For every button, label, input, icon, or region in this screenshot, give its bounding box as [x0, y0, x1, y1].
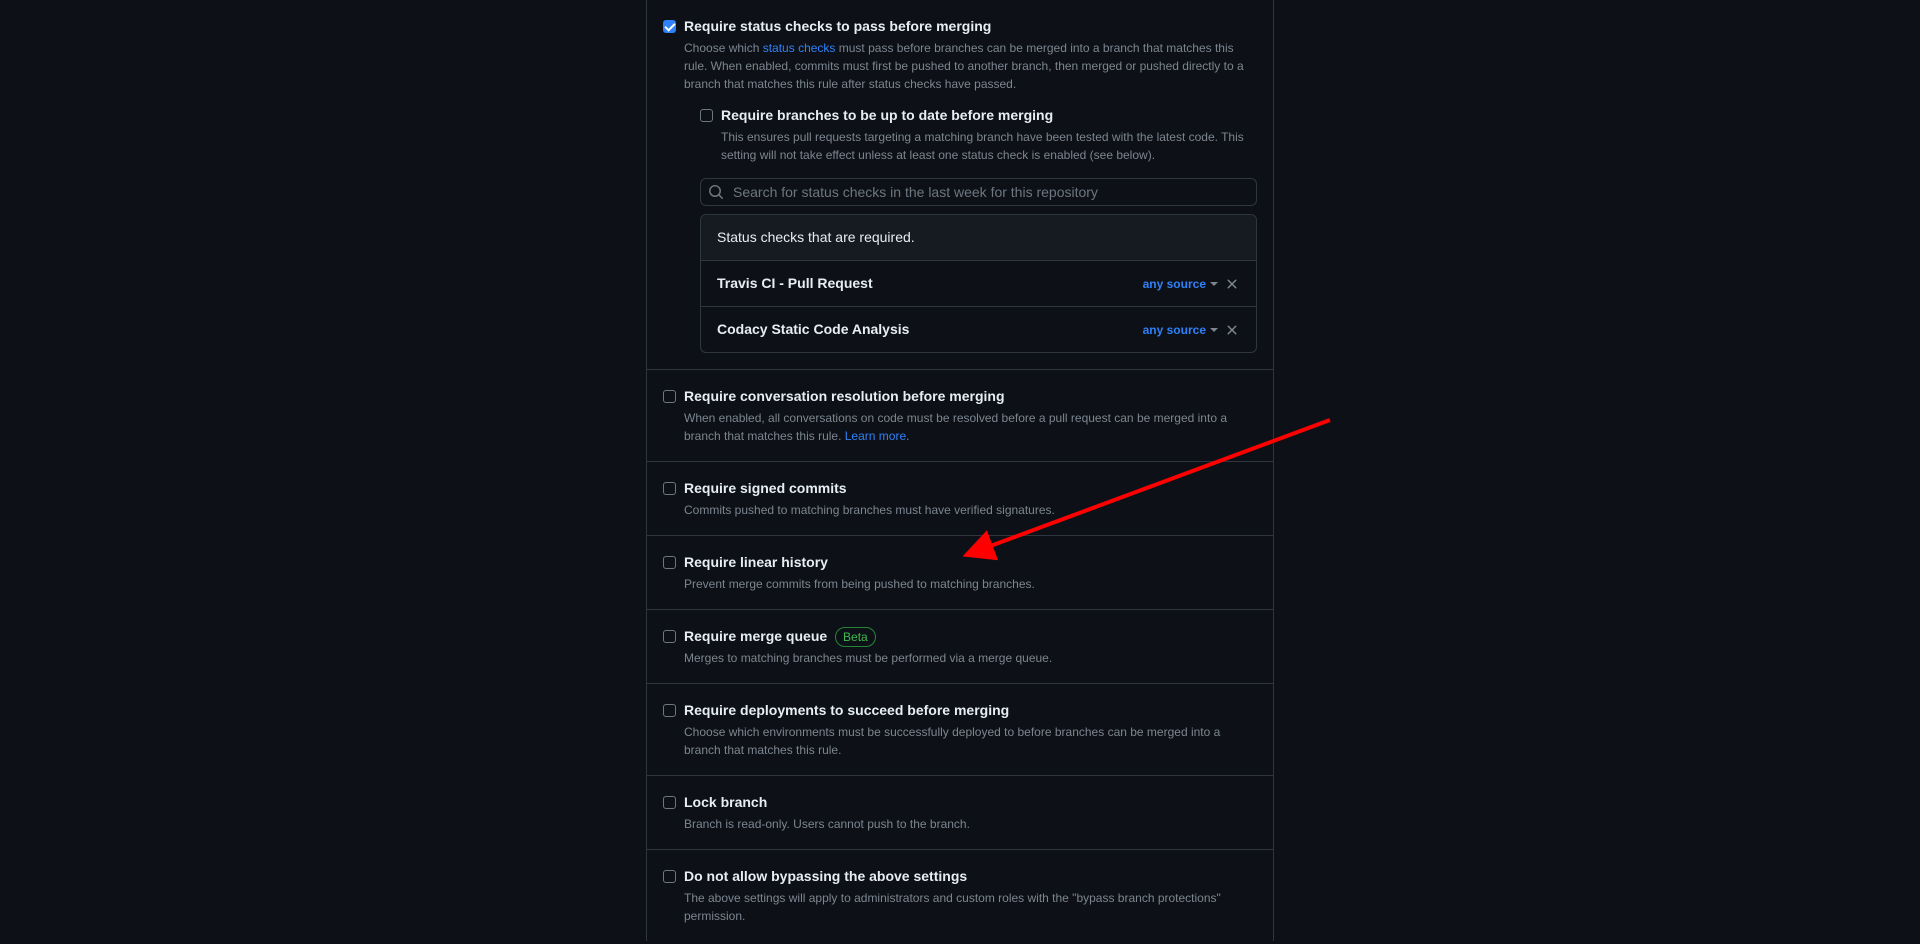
- checkbox-no-bypass[interactable]: [663, 870, 676, 883]
- rule-desc: Choose which status checks must pass bef…: [684, 39, 1257, 93]
- rule-desc: When enabled, all conversations on code …: [684, 409, 1257, 445]
- rule-title: Require branches to be up to date before…: [721, 105, 1257, 126]
- rule-title: Require conversation resolution before m…: [684, 386, 1257, 407]
- sub-rule-up-to-date: Require branches to be up to date before…: [700, 105, 1257, 353]
- desc-text: When enabled, all conversations on code …: [684, 411, 1227, 443]
- rule-merge-queue: Require merge queue Beta Merges to match…: [647, 610, 1273, 684]
- rule-title: Lock branch: [684, 792, 1257, 813]
- checkbox-lock[interactable]: [663, 796, 676, 809]
- rule-title-row: Require merge queue Beta: [684, 626, 1257, 647]
- required-checks-header: Status checks that are required.: [701, 215, 1256, 261]
- rule-desc: Merges to matching branches must be perf…: [684, 649, 1257, 667]
- check-source-label: any source: [1143, 323, 1206, 337]
- rule-status-checks: Require status checks to pass before mer…: [647, 0, 1273, 370]
- rule-title: Require deployments to succeed before me…: [684, 700, 1257, 721]
- checkbox-up-to-date[interactable]: [700, 109, 713, 122]
- checkbox-linear[interactable]: [663, 556, 676, 569]
- rule-desc: The above settings will apply to adminis…: [684, 889, 1257, 925]
- checkbox-merge-queue[interactable]: [663, 630, 676, 643]
- rule-title: Require merge queue: [684, 628, 827, 644]
- check-row: Codacy Static Code Analysis any source: [701, 307, 1256, 352]
- learn-more-link[interactable]: Learn more: [845, 429, 906, 443]
- required-checks-box: Status checks that are required. Travis …: [700, 214, 1257, 353]
- check-name: Travis CI - Pull Request: [717, 273, 873, 294]
- checkbox-deployments[interactable]: [663, 704, 676, 717]
- desc-text: Choose which: [684, 41, 763, 55]
- rule-conversation: Require conversation resolution before m…: [647, 370, 1273, 462]
- close-icon: [1224, 322, 1240, 338]
- desc-text: .: [906, 429, 909, 443]
- check-row: Travis CI - Pull Request any source: [701, 261, 1256, 307]
- rule-title: Require signed commits: [684, 478, 1257, 499]
- chevron-down-icon: [1210, 282, 1218, 286]
- checkbox-conversation[interactable]: [663, 390, 676, 403]
- rule-desc: Branch is read-only. Users cannot push t…: [684, 815, 1257, 833]
- rule-title: Require status checks to pass before mer…: [684, 16, 1257, 37]
- rule-desc: This ensures pull requests targeting a m…: [721, 128, 1257, 164]
- checkbox-status-checks[interactable]: [663, 20, 676, 33]
- status-check-search-input[interactable]: [700, 178, 1257, 206]
- branch-protection-panel: Require status checks to pass before mer…: [646, 0, 1274, 941]
- checkbox-signed[interactable]: [663, 482, 676, 495]
- rule-desc: Choose which environments must be succes…: [684, 723, 1257, 759]
- status-check-search-wrap: [700, 178, 1257, 206]
- remove-check-button[interactable]: [1224, 276, 1240, 292]
- beta-badge: Beta: [835, 627, 876, 647]
- check-name: Codacy Static Code Analysis: [717, 319, 909, 340]
- rule-title: Require linear history: [684, 552, 1257, 573]
- rule-linear: Require linear history Prevent merge com…: [647, 536, 1273, 610]
- search-icon: [708, 184, 724, 200]
- rule-signed: Require signed commits Commits pushed to…: [647, 462, 1273, 536]
- rule-desc: Prevent merge commits from being pushed …: [684, 575, 1257, 593]
- check-source-dropdown[interactable]: any source: [1143, 277, 1218, 291]
- remove-check-button[interactable]: [1224, 322, 1240, 338]
- check-source-label: any source: [1143, 277, 1206, 291]
- rule-lock: Lock branch Branch is read-only. Users c…: [647, 776, 1273, 850]
- check-source-dropdown[interactable]: any source: [1143, 323, 1218, 337]
- rule-no-bypass: Do not allow bypassing the above setting…: [647, 850, 1273, 941]
- chevron-down-icon: [1210, 328, 1218, 332]
- close-icon: [1224, 276, 1240, 292]
- rule-deployments: Require deployments to succeed before me…: [647, 684, 1273, 776]
- rule-desc: Commits pushed to matching branches must…: [684, 501, 1257, 519]
- status-checks-link[interactable]: status checks: [763, 41, 836, 55]
- rule-title: Do not allow bypassing the above setting…: [684, 866, 1257, 887]
